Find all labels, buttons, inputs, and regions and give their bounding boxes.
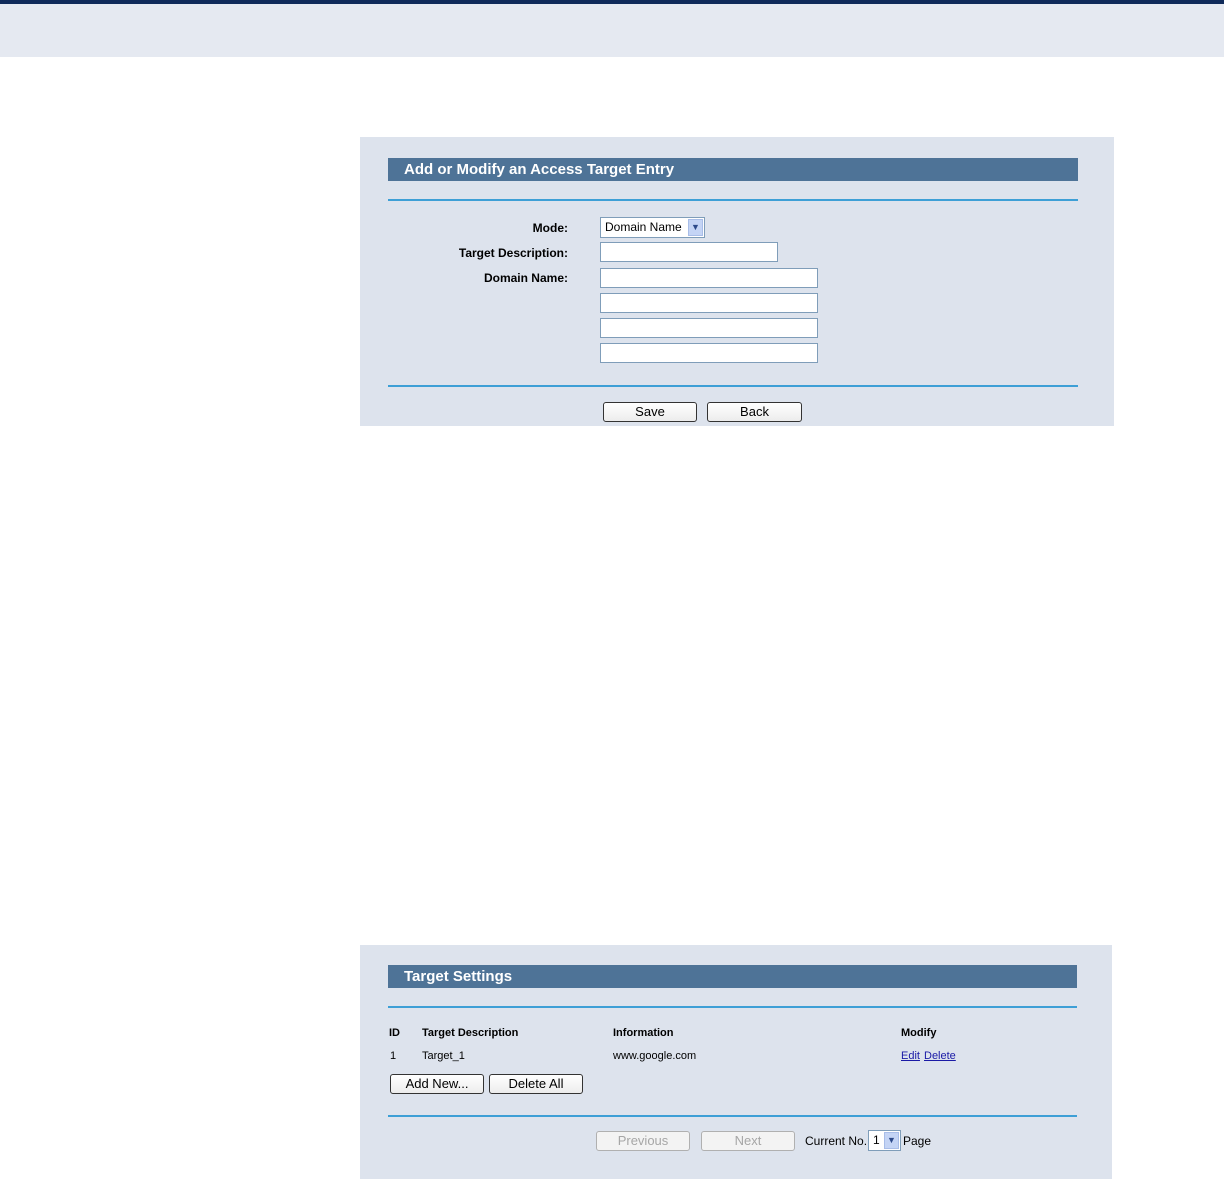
next-button[interactable]: Next	[701, 1131, 795, 1151]
row-description: Target_1	[422, 1050, 465, 1062]
page-label: Page	[903, 1134, 932, 1148]
domain-name-input-4[interactable]	[600, 343, 818, 363]
row-id: 1	[390, 1050, 397, 1062]
chevron-down-icon: ▼	[884, 1132, 899, 1149]
domain-name-label: Domain Name:	[483, 271, 568, 285]
column-header-id: ID	[389, 1027, 400, 1039]
domain-name-input-1[interactable]	[600, 268, 818, 288]
column-header-target-description: Target Description	[422, 1027, 519, 1039]
domain-name-input-2[interactable]	[600, 293, 818, 313]
page-select[interactable]: 1 ▼	[868, 1130, 901, 1151]
back-button[interactable]: Back	[707, 402, 802, 422]
mode-label: Mode:	[532, 221, 568, 235]
delete-all-button[interactable]: Delete All	[489, 1074, 583, 1094]
current-no-label: Current No.	[805, 1134, 868, 1148]
target-settings-panel: Target Settings ID Target Description In…	[360, 945, 1112, 1179]
delete-link[interactable]: Delete	[924, 1050, 956, 1062]
mode-select-value: Domain Name	[605, 220, 682, 234]
domain-name-input-3[interactable]	[600, 318, 818, 338]
target-description-label: Target Description:	[458, 246, 568, 260]
row-information: www.google.com	[613, 1050, 697, 1062]
previous-button[interactable]: Previous	[596, 1131, 690, 1151]
access-target-entry-panel: Add or Modify an Access Target Entry Mod…	[360, 137, 1114, 426]
mode-select[interactable]: Domain Name ▼	[600, 217, 705, 238]
divider	[388, 385, 1078, 387]
save-button[interactable]: Save	[603, 402, 697, 422]
edit-link[interactable]: Edit	[901, 1050, 920, 1062]
divider	[388, 1115, 1077, 1117]
page-select-value: 1	[873, 1133, 880, 1147]
divider	[388, 1006, 1077, 1008]
column-header-modify: Modify	[901, 1027, 937, 1039]
add-new-button[interactable]: Add New...	[390, 1074, 484, 1094]
top-header-bar	[0, 0, 1224, 57]
column-header-information: Information	[613, 1027, 674, 1039]
chevron-down-icon: ▼	[688, 219, 703, 236]
panel-title: Add or Modify an Access Target Entry	[388, 158, 1078, 181]
divider	[388, 199, 1078, 201]
panel-title: Target Settings	[388, 965, 1077, 988]
target-description-input[interactable]	[600, 242, 778, 262]
